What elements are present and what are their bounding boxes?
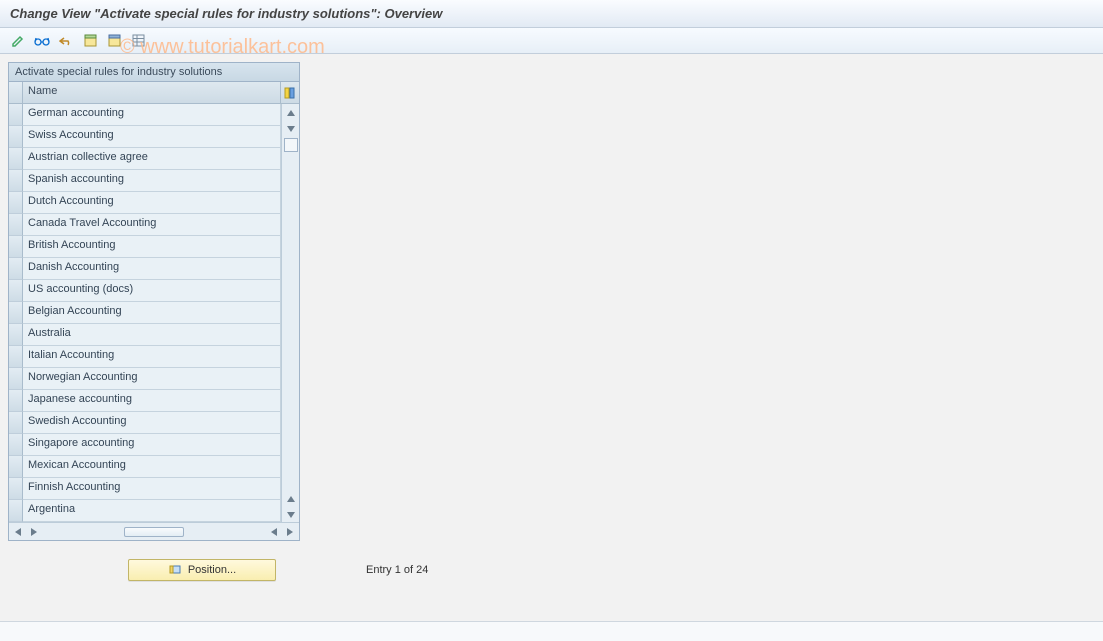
row-selector[interactable] [9,280,23,302]
hscroll-right-end-icon[interactable] [283,525,297,539]
table-row[interactable]: Italian Accounting [9,346,281,368]
table-row[interactable]: Dutch Accounting [9,192,281,214]
cell-name[interactable]: Canada Travel Accounting [23,214,281,236]
hscroll-right-icon[interactable] [27,525,41,539]
table-row[interactable]: Belgian Accounting [9,302,281,324]
row-selector[interactable] [9,412,23,434]
row-selector[interactable] [9,368,23,390]
footer-row: Position... Entry 1 of 24 [8,559,1095,581]
application-toolbar [0,28,1103,54]
hscroll-left-icon[interactable] [11,525,25,539]
table-row[interactable]: German accounting [9,104,281,126]
horizontal-scrollbar[interactable] [9,522,299,540]
table-row[interactable]: British Accounting [9,236,281,258]
scroll-down-arrow-icon[interactable] [284,122,298,136]
scroll-down-arrow-bottom-icon[interactable] [284,508,298,522]
change-icon[interactable] [8,31,28,51]
title-bar: Change View "Activate special rules for … [0,0,1103,28]
table-row[interactable]: Japanese accounting [9,390,281,412]
scroll-up-arrow-icon[interactable] [284,106,298,120]
hscroll-thumb[interactable] [124,527,184,537]
cell-name[interactable]: Swedish Accounting [23,412,281,434]
vertical-scrollbar[interactable] [281,104,299,522]
table-settings-icon[interactable] [128,31,148,51]
row-selector[interactable] [9,258,23,280]
table-row[interactable]: Spanish accounting [9,170,281,192]
cell-name[interactable]: Austrian collective agree [23,148,281,170]
row-selector[interactable] [9,214,23,236]
row-selector[interactable] [9,456,23,478]
row-selector[interactable] [9,192,23,214]
main-area: © www.tutorialkart.com Activate special … [0,54,1103,594]
cell-name[interactable]: Spanish accounting [23,170,281,192]
position-button[interactable]: Position... [128,559,276,581]
glasses-icon[interactable] [32,31,52,51]
table-row[interactable]: Swedish Accounting [9,412,281,434]
cell-name[interactable]: British Accounting [23,236,281,258]
table-row[interactable]: Canada Travel Accounting [9,214,281,236]
table-row[interactable]: Argentina [9,500,281,522]
column-header-name[interactable]: Name [23,82,281,104]
table-container: Activate special rules for industry solu… [8,62,300,541]
row-selector[interactable] [9,324,23,346]
row-selector[interactable] [9,104,23,126]
status-bar [0,621,1103,641]
cell-name[interactable]: Dutch Accounting [23,192,281,214]
page-title: Change View "Activate special rules for … [10,6,442,21]
scroll-up-arrow-bottom-icon[interactable] [284,492,298,506]
cell-name[interactable]: German accounting [23,104,281,126]
table-row[interactable]: Australia [9,324,281,346]
cell-name[interactable]: Italian Accounting [23,346,281,368]
cell-name[interactable]: US accounting (docs) [23,280,281,302]
cell-name[interactable]: Argentina [23,500,281,522]
table-row[interactable]: Singapore accounting [9,434,281,456]
table-row[interactable]: Mexican Accounting [9,456,281,478]
cell-name[interactable]: Mexican Accounting [23,456,281,478]
position-icon [168,563,182,577]
undo-icon[interactable] [56,31,76,51]
table-row[interactable]: Finnish Accounting [9,478,281,500]
cell-name[interactable]: Finnish Accounting [23,478,281,500]
cell-name[interactable]: Norwegian Accounting [23,368,281,390]
select-all-column-header[interactable] [9,82,23,104]
table-row[interactable]: US accounting (docs) [9,280,281,302]
table-row[interactable]: Danish Accounting [9,258,281,280]
row-selector[interactable] [9,434,23,456]
cell-name[interactable]: Australia [23,324,281,346]
row-selector[interactable] [9,236,23,258]
row-selector[interactable] [9,302,23,324]
scroll-thumb-top[interactable] [284,138,298,152]
table-header-row: Name [9,82,299,104]
table-row[interactable]: Austrian collective agree [9,148,281,170]
table-row[interactable]: Norwegian Accounting [9,368,281,390]
row-selector[interactable] [9,148,23,170]
configure-columns-icon[interactable] [281,82,299,104]
row-selector[interactable] [9,478,23,500]
table-row[interactable]: Swiss Accounting [9,126,281,148]
entry-counter: Entry 1 of 24 [366,564,428,576]
cell-name[interactable]: Japanese accounting [23,390,281,412]
deselect-all-icon[interactable] [104,31,124,51]
table-body: German accountingSwiss AccountingAustria… [9,104,281,522]
row-selector[interactable] [9,126,23,148]
cell-name[interactable]: Danish Accounting [23,258,281,280]
cell-name[interactable]: Belgian Accounting [23,302,281,324]
hscroll-left-end-icon[interactable] [267,525,281,539]
row-selector[interactable] [9,390,23,412]
position-button-label: Position... [188,564,236,576]
row-selector[interactable] [9,346,23,368]
table-title: Activate special rules for industry solu… [9,63,299,82]
cell-name[interactable]: Swiss Accounting [23,126,281,148]
select-all-icon[interactable] [80,31,100,51]
row-selector[interactable] [9,170,23,192]
row-selector[interactable] [9,500,23,522]
cell-name[interactable]: Singapore accounting [23,434,281,456]
